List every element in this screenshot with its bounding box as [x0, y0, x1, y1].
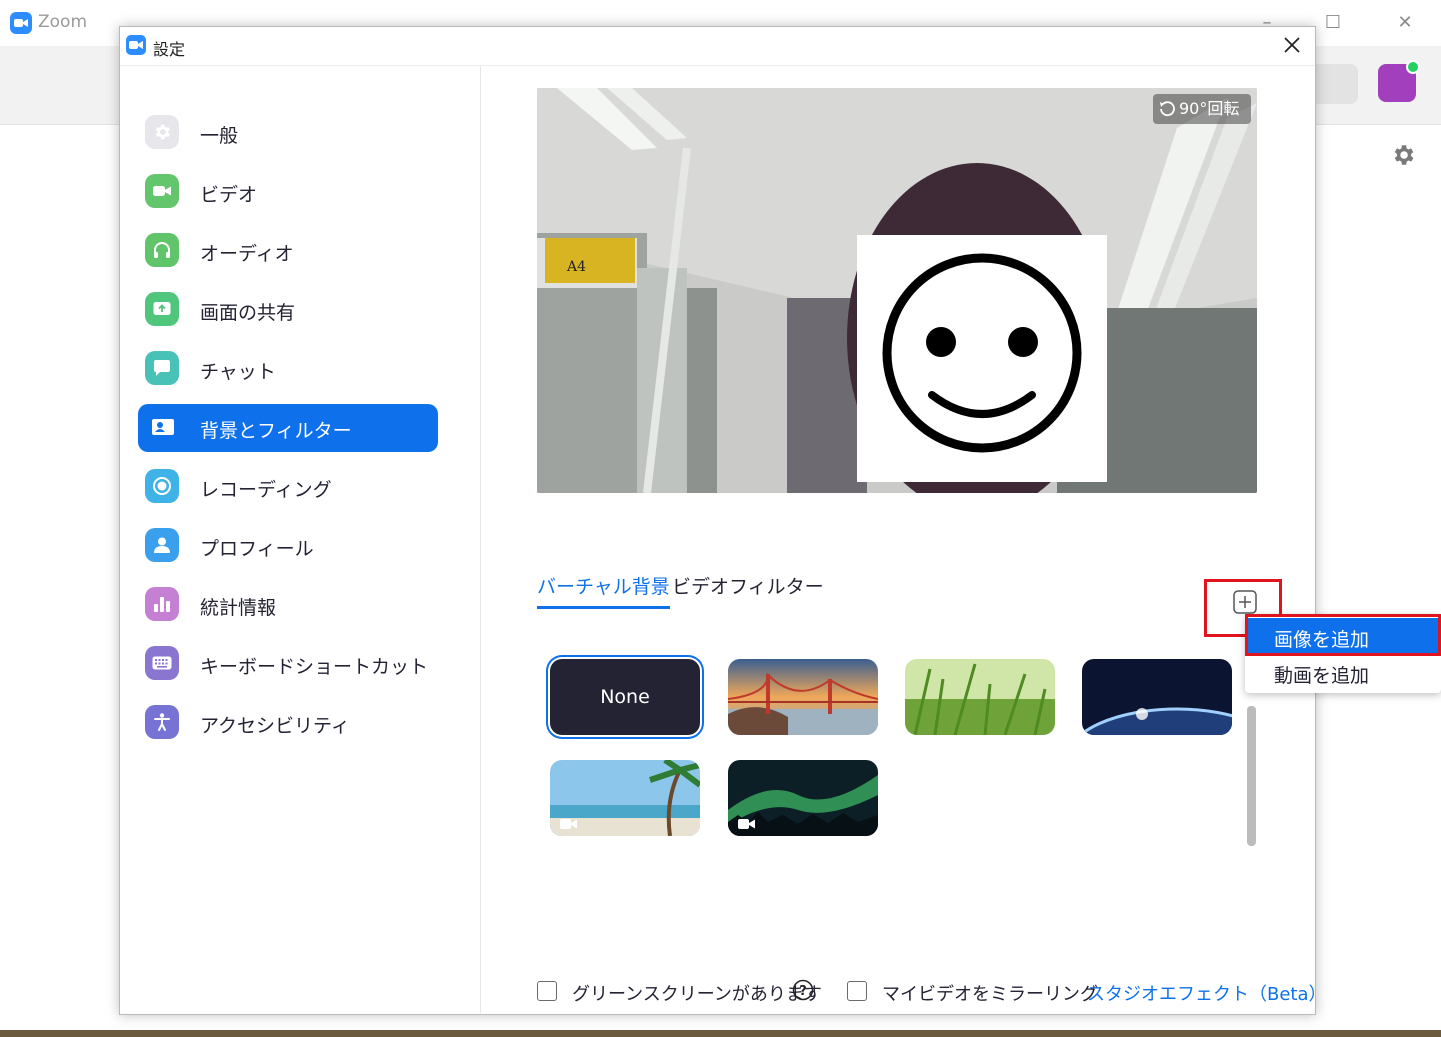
menu-item-label: 動画を追加: [1274, 665, 1370, 687]
sidebar-item-label: アクセシビリティ: [200, 715, 350, 737]
background-thumbnail-beach[interactable]: [550, 760, 700, 836]
video-camera-icon: [145, 174, 179, 208]
background-thumbnail-golden-gate[interactable]: [728, 659, 878, 735]
sidebar-item-label: 画面の共有: [200, 302, 296, 324]
sidebar-item-general[interactable]: 一般: [138, 109, 438, 157]
green-screen-checkbox[interactable]: [537, 981, 557, 1001]
accessibility-icon: [145, 705, 179, 739]
sidebar-item-chat[interactable]: チャット: [138, 345, 438, 393]
camera-preview-image: A4: [537, 88, 1257, 493]
maximize-button[interactable]: ☐: [1318, 8, 1348, 38]
keyboard-icon: [145, 646, 179, 680]
sidebar-item-share-screen[interactable]: 画面の共有: [138, 286, 438, 334]
headphones-icon: [145, 233, 179, 267]
mirror-video-checkbox[interactable]: [847, 981, 867, 1001]
tab-virtual-background[interactable]: バーチャル背景: [537, 572, 670, 609]
settings-sidebar: 一般 ビデオ オーディオ 画面の共有 チャット 背景とフィルター レコーディング…: [120, 66, 481, 1013]
sidebar-item-keyboard-shortcuts[interactable]: キーボードショートカット: [138, 640, 438, 688]
desktop-strip: [0, 1030, 1441, 1037]
rotate-label: 90°回転: [1179, 99, 1240, 118]
background-thumbnail-grass[interactable]: [905, 659, 1055, 735]
svg-text:A4: A4: [566, 259, 586, 275]
bottom-options: グリーンスクリーンがあります ? マイビデオをミラーリング スタジオエフェクト（…: [537, 976, 1327, 1006]
sidebar-item-accessibility[interactable]: アクセシビリティ: [138, 699, 438, 747]
mirror-video-label: マイビデオをミラーリング: [882, 984, 1098, 1005]
rotate-icon: [1160, 101, 1175, 117]
background-thumbnail-none[interactable]: None: [550, 659, 700, 735]
dialog-title: 設定: [153, 40, 186, 59]
sidebar-item-label: ビデオ: [200, 184, 258, 206]
main-window-title: Zoom: [38, 12, 88, 32]
rotate-90-button[interactable]: 90°回転: [1153, 94, 1251, 124]
sidebar-item-label: レコーディング: [200, 479, 332, 501]
sidebar-item-label: キーボードショートカット: [200, 656, 429, 678]
person-icon: [145, 528, 179, 562]
studio-effects-link[interactable]: スタジオエフェクト（Beta）: [1087, 980, 1327, 1006]
record-icon: [145, 469, 179, 503]
background-thumbnail-earth[interactable]: [1082, 659, 1232, 735]
svg-text:?: ?: [799, 984, 807, 999]
gear-icon: [145, 115, 179, 149]
sidebar-item-label: 統計情報: [200, 597, 277, 619]
menu-item-highlight: [1245, 614, 1441, 656]
camera-preview: A4 90°回転: [537, 88, 1257, 493]
green-screen-label: グリーンスクリーンがあります: [572, 984, 822, 1005]
none-label: None: [600, 686, 650, 708]
sidebar-item-video[interactable]: ビデオ: [138, 168, 438, 216]
sidebar-item-label: チャット: [200, 361, 276, 383]
share-screen-icon: [145, 292, 179, 326]
background-settings-panel: A4 90°回転 バーチャル背景 ビデオフィルター None グリーンスクリーン…: [481, 66, 1327, 1013]
main-close-button[interactable]: ✕: [1390, 8, 1420, 38]
sidebar-item-label: 背景とフィルター: [200, 420, 352, 442]
menu-item-add-video[interactable]: 動画を追加: [1245, 654, 1441, 690]
sidebar-item-statistics[interactable]: 統計情報: [138, 581, 438, 629]
background-thumbnail-aurora[interactable]: [728, 760, 878, 836]
tab-video-filters[interactable]: ビデオフィルター: [672, 572, 824, 606]
video-camera-icon: [738, 819, 755, 829]
avatar[interactable]: [1378, 60, 1420, 102]
close-icon[interactable]: [1278, 31, 1306, 59]
sidebar-item-recording[interactable]: レコーディング: [138, 463, 438, 511]
sidebar-item-label: オーディオ: [200, 243, 294, 265]
backgrounds-scrollbar[interactable]: [1247, 706, 1256, 846]
sidebar-item-audio[interactable]: オーディオ: [138, 227, 438, 275]
settings-dialog: 設定 一般 ビデオ オーディオ 画面の共有 チャット 背景とフィルター レコーデ…: [119, 26, 1327, 1015]
video-camera-icon: [560, 819, 577, 829]
zoom-logo-icon: [10, 12, 32, 34]
zoom-logo-icon: [126, 35, 146, 55]
dialog-titlebar: 設定: [120, 27, 1315, 66]
sidebar-item-label: プロフィール: [200, 538, 314, 560]
sidebar-item-label: 一般: [200, 125, 239, 147]
bar-chart-icon: [145, 587, 179, 621]
sidebar-item-background-filters[interactable]: 背景とフィルター: [138, 404, 438, 452]
background-portrait-icon: [145, 410, 179, 444]
help-icon[interactable]: ?: [792, 979, 814, 1001]
sidebar-item-profile[interactable]: プロフィール: [138, 522, 438, 570]
settings-gear-icon[interactable]: [1390, 142, 1416, 172]
chat-bubble-icon: [145, 351, 179, 385]
